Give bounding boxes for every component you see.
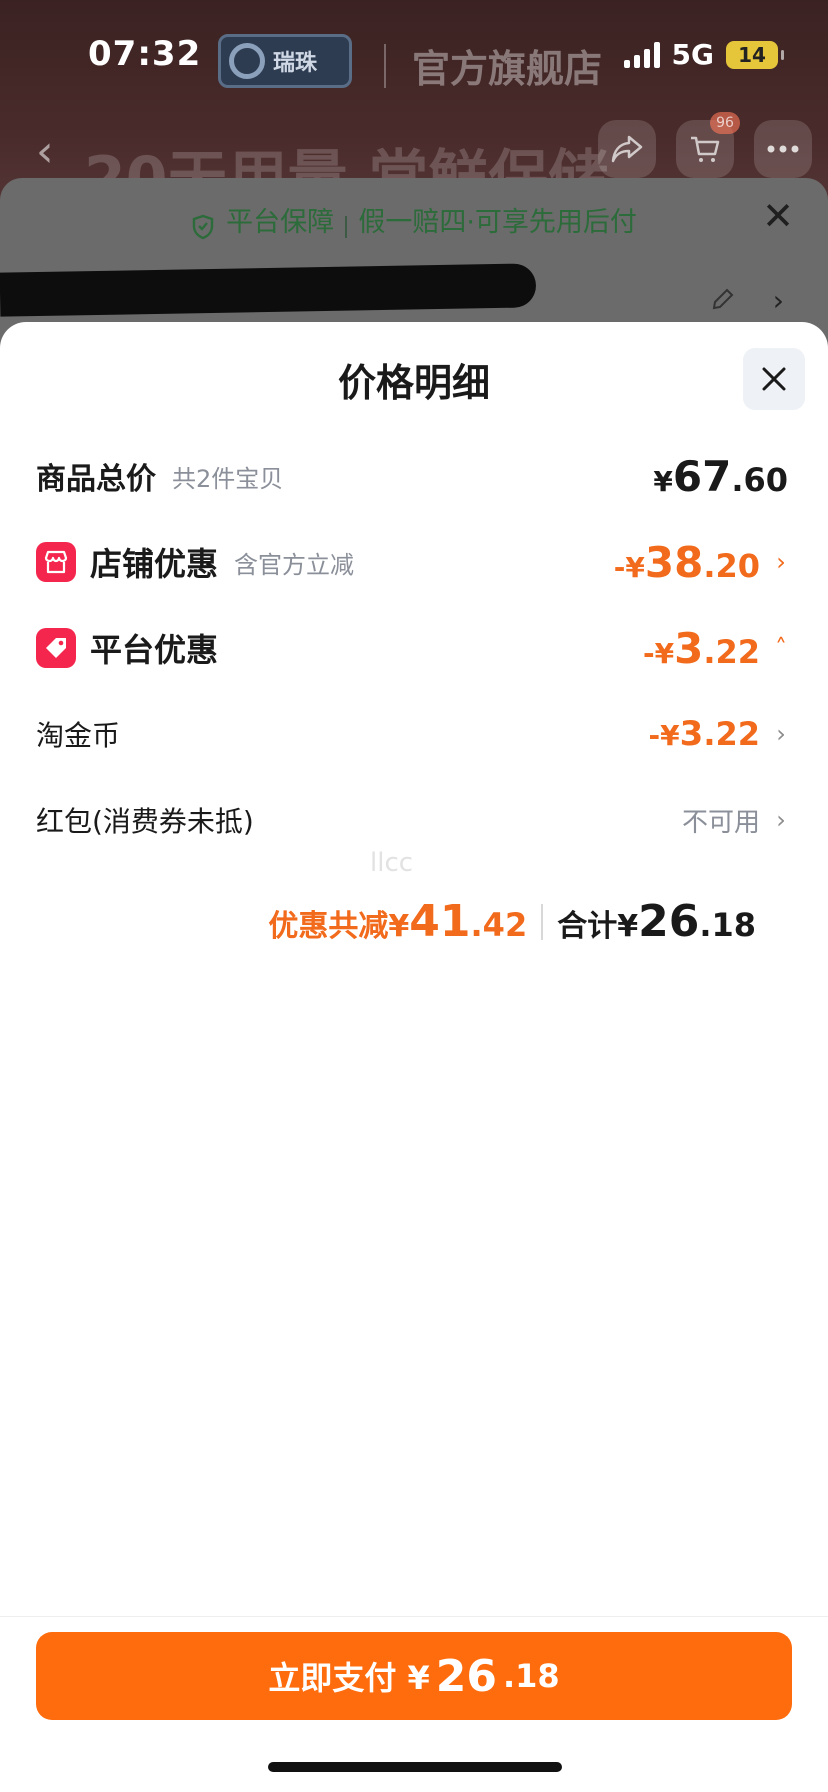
- cart-badge: 96: [710, 112, 740, 134]
- row-store-discount[interactable]: 店铺优惠 含官方立减 -¥ 38.20 ›: [36, 532, 792, 592]
- edit-icon[interactable]: [710, 286, 736, 312]
- share-icon[interactable]: [598, 120, 656, 178]
- currency-symbol: -¥: [613, 550, 645, 584]
- store-icon: [36, 542, 76, 582]
- discount-total-int: 41: [409, 896, 471, 947]
- network-type: 5G: [671, 38, 714, 71]
- pay-button-dec: .18: [502, 1657, 560, 1695]
- guarantee-prefix: 平台保障: [226, 207, 335, 238]
- status-bar: 07:32 5G 14: [0, 28, 828, 84]
- price-dec: .22: [703, 632, 760, 671]
- chevron-right-icon: ›: [776, 548, 786, 576]
- chevron-right-icon: ›: [776, 720, 786, 748]
- total-price: ¥67.60: [653, 452, 788, 501]
- close-icon: [762, 367, 786, 391]
- bottom-divider: [0, 1616, 828, 1617]
- store-discount-label: 店铺优惠: [90, 545, 219, 583]
- pay-button-int: 26: [435, 1650, 497, 1702]
- guarantee-divider: [345, 215, 348, 238]
- price-dec: .60: [731, 460, 788, 499]
- cart-icon-glyph: [691, 136, 720, 162]
- coupon-tag-icon: [36, 628, 76, 668]
- price-summary: 优惠共减¥ 41.42 合计¥ 26.18: [268, 896, 756, 947]
- red-packet-label: 红包(消费券未抵): [36, 805, 254, 838]
- redaction-bar: [0, 263, 537, 317]
- share-icon-glyph: [611, 135, 643, 163]
- chevron-right-icon[interactable]: ›: [773, 284, 784, 317]
- price-detail-sheet: 价格明细 商品总价 共2件宝贝 ¥67.60 店铺优惠 含官方立减 -¥ 38.2…: [0, 322, 828, 1792]
- battery-icon: 14: [726, 40, 784, 69]
- price-int: 67: [672, 451, 732, 501]
- guarantee-text: 假一赔四·可享先用后付: [358, 207, 637, 238]
- back-icon[interactable]: ‹: [36, 126, 54, 177]
- row-red-packet[interactable]: 红包(消费券未抵) 不可用 ›: [36, 790, 792, 850]
- sheet-title: 价格明细: [337, 361, 490, 405]
- currency-symbol: -¥: [648, 719, 680, 752]
- status-time: 07:32: [88, 34, 202, 74]
- currency-symbol: ¥: [653, 464, 673, 498]
- coins-amount: -¥ 3.22: [649, 714, 760, 754]
- chevron-up-icon: ˄: [775, 634, 787, 662]
- grand-total-label: 合计¥: [557, 909, 639, 944]
- store-discount-amount: -¥ 38.20: [614, 538, 760, 587]
- battery-level: 14: [738, 42, 766, 67]
- pay-button-label: 立即支付 ¥: [268, 1659, 430, 1697]
- grand-total-dec: .18: [699, 906, 756, 944]
- platform-discount-label: 平台优惠: [90, 631, 219, 669]
- home-indicator[interactable]: [268, 1762, 562, 1772]
- total-label: 商品总价: [36, 462, 156, 497]
- price-dec: .22: [703, 715, 760, 753]
- summary-divider: [541, 903, 544, 940]
- status-indicators: 5G 14: [623, 38, 784, 71]
- coins-label: 淘金币: [36, 719, 121, 752]
- pay-now-button[interactable]: 立即支付 ¥26.18: [36, 1632, 792, 1720]
- row-taobao-coins[interactable]: 淘金币 -¥ 3.22 ›: [36, 704, 792, 764]
- discount-total: 优惠共减¥ 41.42: [268, 896, 527, 947]
- signal-icon: [623, 41, 660, 68]
- more-icon-glyph: [767, 145, 799, 153]
- close-icon[interactable]: ✕: [762, 194, 794, 238]
- watermark: llcc: [370, 848, 414, 878]
- discount-total-dec: .42: [470, 906, 528, 944]
- red-packet-status: 不可用: [681, 807, 760, 838]
- cart-icon[interactable]: 96: [676, 112, 740, 178]
- price-int: 3: [674, 623, 704, 673]
- store-discount-note: 含官方立减: [234, 550, 355, 579]
- discount-total-label: 优惠共减¥: [268, 909, 410, 944]
- grand-total-int: 26: [638, 896, 700, 947]
- close-button[interactable]: [743, 348, 805, 410]
- currency-symbol: -¥: [642, 636, 675, 670]
- chevron-right-icon: ›: [776, 806, 786, 834]
- shield-icon: [192, 214, 214, 239]
- row-total-price: 商品总价 共2件宝贝 ¥67.60: [36, 446, 792, 506]
- platform-discount-amount: -¥ 3.22: [643, 624, 760, 673]
- grand-total: 合计¥ 26.18: [557, 896, 756, 947]
- row-platform-discount[interactable]: 平台优惠 -¥ 3.22 ˄: [36, 618, 792, 678]
- price-dec: .20: [703, 546, 760, 585]
- total-count: 共2件宝贝: [172, 464, 284, 493]
- more-icon[interactable]: [754, 120, 812, 178]
- guarantee-banner: 平台保障 假一赔四·可享先用后付: [0, 200, 828, 240]
- price-int: 38: [644, 537, 704, 587]
- price-int: 3: [679, 714, 704, 754]
